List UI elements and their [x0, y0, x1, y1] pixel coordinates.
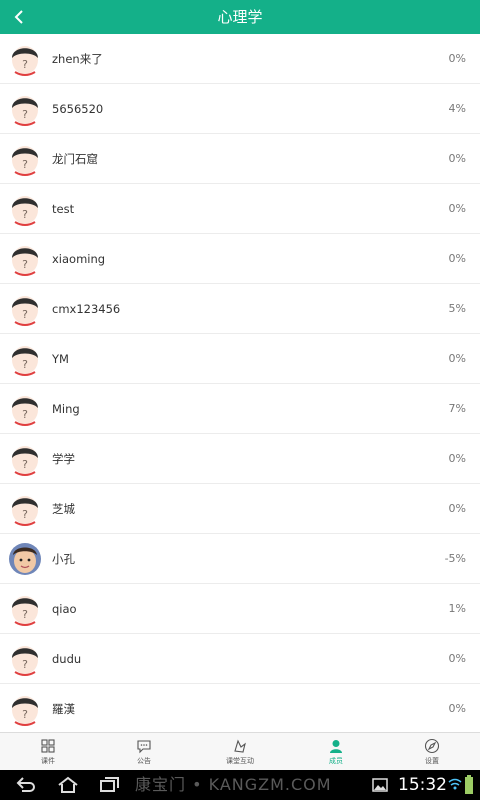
member-name: 龙门石窟	[52, 152, 98, 166]
svg-text:?: ?	[22, 308, 28, 321]
member-progress: 0%	[448, 652, 466, 665]
svg-text:?: ?	[22, 358, 28, 371]
battery-icon	[465, 775, 473, 794]
tab-label: 设置	[425, 757, 439, 765]
bottom-tab-bar: 课件 公告 课堂互动 成员 设置	[0, 732, 480, 770]
default-avatar-icon: ?	[12, 346, 38, 376]
svg-text:?: ?	[22, 658, 28, 671]
member-row[interactable]: ? test 0%	[0, 184, 480, 234]
member-progress: 0%	[448, 52, 466, 65]
wifi-icon	[448, 778, 462, 790]
member-row[interactable]: 小孔 -5%	[0, 534, 480, 584]
member-row[interactable]: ? cmx123456 5%	[0, 284, 480, 334]
member-row[interactable]: ? 羅漢 0%	[0, 684, 480, 732]
member-progress: 7%	[448, 402, 466, 415]
member-progress: 0%	[448, 452, 466, 465]
member-name: test	[52, 202, 75, 216]
svg-text:?: ?	[22, 408, 28, 421]
user-photo-avatar	[9, 543, 41, 575]
member-row[interactable]: ? qiao 1%	[0, 584, 480, 634]
back-nav-icon[interactable]	[14, 775, 38, 795]
default-avatar-icon: ?	[12, 96, 38, 126]
member-progress: 0%	[448, 702, 466, 715]
svg-text:?: ?	[22, 608, 28, 621]
svg-text:?: ?	[22, 58, 28, 71]
default-avatar-icon: ?	[12, 396, 38, 426]
svg-text:?: ?	[22, 708, 28, 721]
app-header: 心理学	[0, 0, 480, 34]
tab-announcement[interactable]: 公告	[96, 733, 192, 770]
svg-text:?: ?	[22, 158, 28, 171]
default-avatar-icon: ?	[12, 696, 38, 726]
default-avatar-icon: ?	[12, 146, 38, 176]
default-avatar-icon: ?	[12, 46, 38, 76]
member-name: 5656520	[52, 102, 104, 116]
member-row[interactable]: ? xiaoming 0%	[0, 234, 480, 284]
member-name: 芝城	[52, 502, 75, 516]
gallery-icon	[372, 778, 388, 792]
interaction-icon	[234, 739, 246, 753]
home-icon[interactable]	[56, 775, 80, 795]
watermark-text: 康宝门 • KANGZM.COM	[135, 775, 332, 794]
default-avatar-icon: ?	[12, 246, 38, 276]
svg-text:?: ?	[22, 458, 28, 471]
member-progress: 0%	[448, 252, 466, 265]
default-avatar-icon: ?	[12, 596, 38, 626]
tab-label: 课件	[41, 757, 55, 765]
member-name: 羅漢	[52, 702, 75, 716]
grid-icon	[41, 739, 55, 753]
member-row[interactable]: ? YM 0%	[0, 334, 480, 384]
tab-members[interactable]: 成员	[288, 733, 384, 770]
tab-label: 课堂互动	[226, 757, 254, 765]
member-progress: 0%	[448, 152, 466, 165]
tab-label: 成员	[329, 757, 343, 765]
svg-text:?: ?	[22, 508, 28, 521]
recent-apps-icon[interactable]	[98, 775, 122, 795]
default-avatar-icon: ?	[12, 646, 38, 676]
member-name: zhen来了	[52, 52, 103, 66]
member-progress: 0%	[448, 352, 466, 365]
member-name: 学学	[52, 452, 75, 466]
member-icon	[330, 740, 342, 753]
member-name: qiao	[52, 602, 77, 616]
member-list: ? zhen来了 0%? 5656520 4%? 龙门石窟 0%? test 0%? xiaomi…	[0, 34, 480, 732]
tab-courseware[interactable]: 课件	[0, 733, 96, 770]
member-row[interactable]: ? 5656520 4%	[0, 84, 480, 134]
page-title: 心理学	[217, 8, 263, 26]
default-avatar-icon: ?	[12, 196, 38, 226]
member-name: Ming	[52, 402, 80, 416]
default-avatar-icon: ?	[12, 496, 38, 526]
member-row[interactable]: ? 芝城 0%	[0, 484, 480, 534]
member-progress: 0%	[448, 502, 466, 515]
compass-icon	[424, 738, 440, 754]
tab-label: 公告	[137, 757, 151, 765]
system-navigation-bar: 康宝门 • KANGZM.COM 15:32	[0, 770, 480, 800]
member-progress: 4%	[448, 102, 466, 115]
member-name: YM	[52, 352, 69, 366]
svg-text:?: ?	[22, 208, 28, 221]
member-row[interactable]: ? 学学 0%	[0, 434, 480, 484]
svg-text:?: ?	[22, 258, 28, 271]
clock: 15:32	[398, 775, 447, 795]
svg-text:?: ?	[22, 108, 28, 121]
member-progress: 0%	[448, 202, 466, 215]
member-row[interactable]: ? dudu 0%	[0, 634, 480, 684]
member-name: xiaoming	[52, 252, 106, 266]
member-name: cmx123456	[52, 302, 121, 316]
member-progress: -5%	[444, 552, 466, 565]
default-avatar-icon: ?	[12, 446, 38, 476]
member-progress: 5%	[448, 302, 466, 315]
tab-class-interaction[interactable]: 课堂互动	[192, 733, 288, 770]
member-progress: 1%	[448, 602, 466, 615]
default-avatar-icon: ?	[12, 296, 38, 326]
member-row[interactable]: ? 龙门石窟 0%	[0, 134, 480, 184]
member-row[interactable]: ? Ming 7%	[0, 384, 480, 434]
member-name: dudu	[52, 652, 82, 666]
tab-settings[interactable]: 设置	[384, 733, 480, 770]
member-name: 小孔	[52, 552, 75, 566]
chat-icon	[137, 740, 151, 754]
member-row[interactable]: ? zhen来了 0%	[0, 34, 480, 84]
